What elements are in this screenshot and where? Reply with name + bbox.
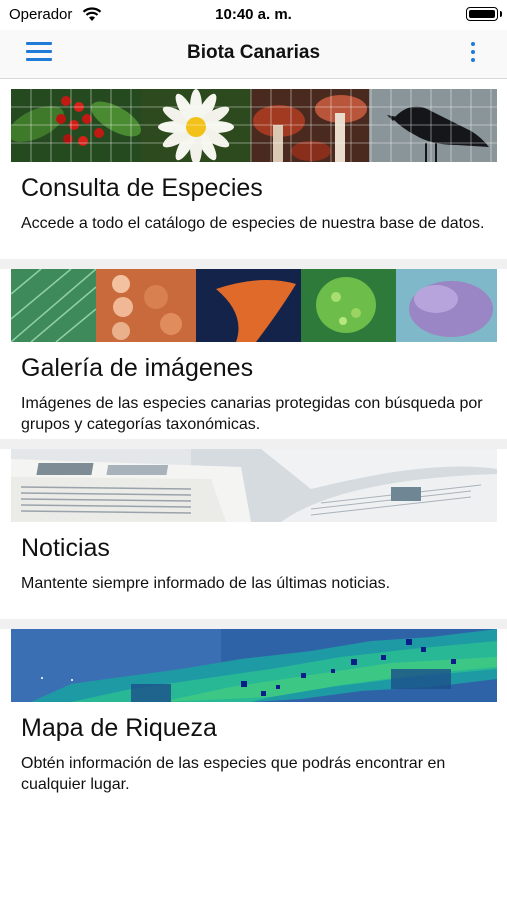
card-description: Obtén información de las especies que po…: [21, 755, 446, 793]
nav-bar: Biota Canarias: [0, 30, 507, 79]
card-title: Mapa de Riqueza: [21, 714, 217, 742]
species-card[interactable]: Consulta de Especies Accede a todo el ca…: [11, 89, 497, 259]
news-card[interactable]: Noticias Mantente siempre informado de l…: [11, 449, 497, 619]
species-collage-image: [11, 89, 497, 162]
card-title: Noticias: [21, 534, 110, 562]
card-description: Imágenes de las especies canarias proteg…: [21, 395, 483, 433]
map-card[interactable]: Mapa de Riqueza Obtén información de las…: [11, 629, 497, 799]
richness-map-image: [11, 629, 497, 702]
page-title: Biota Canarias: [186, 42, 321, 63]
card-title: Galería de imágenes: [21, 354, 254, 382]
battery-icon: [466, 7, 502, 21]
gallery-card[interactable]: Galería de imágenes Imágenes de las espe…: [11, 269, 497, 439]
status-bar: Operador 10:40 a. m.: [0, 0, 507, 30]
card-title: Consulta de Especies: [21, 174, 263, 202]
card-description: Mantente siempre informado de las última…: [21, 575, 391, 592]
card-description: Accede a todo el catálogo de especies de…: [21, 215, 485, 232]
card-separator: [0, 619, 507, 629]
clock: 10:40 a. m.: [215, 6, 292, 23]
more-vertical-icon[interactable]: [469, 42, 477, 66]
newspapers-image: [11, 449, 497, 522]
card-separator: [0, 259, 507, 269]
gallery-collage-image: [11, 269, 497, 342]
card-separator: [0, 439, 507, 449]
